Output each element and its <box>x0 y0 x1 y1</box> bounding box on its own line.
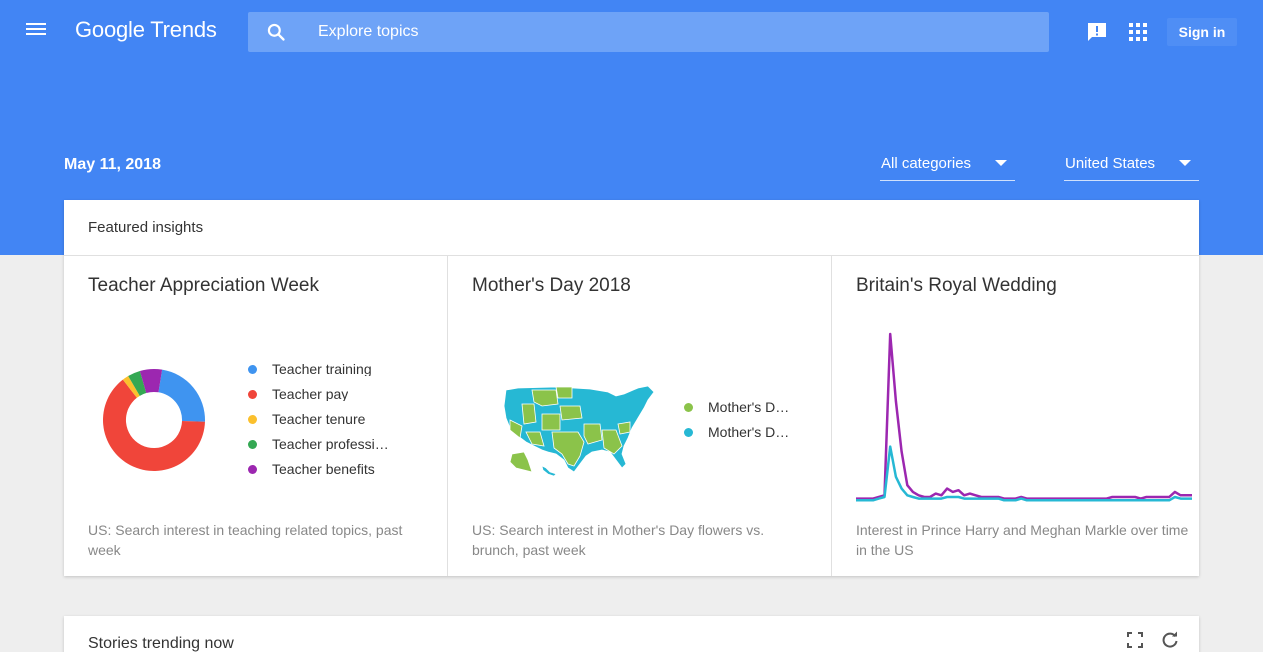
insight-title: Teacher Appreciation Week <box>88 275 319 296</box>
legend-item: Teacher benefits <box>248 462 438 487</box>
insight-teacher-appreciation[interactable]: Teacher Appreciation Week Teacher traini… <box>64 256 448 576</box>
geo-select[interactable]: United States <box>1064 152 1199 181</box>
stories-title: Stories trending now <box>88 635 234 652</box>
legend-dot <box>248 415 257 424</box>
category-select[interactable]: All categories <box>880 152 1015 181</box>
legend-dot <box>248 390 257 399</box>
featured-insights-title: Featured insights <box>88 219 204 236</box>
legend-dot <box>248 365 257 374</box>
donut-chart <box>103 369 205 471</box>
search-input[interactable] <box>318 12 1018 52</box>
legend-dot <box>684 428 693 437</box>
sign-in-button[interactable]: Sign in <box>1167 18 1237 46</box>
legend-item: Mother's Day brunch <box>684 425 824 450</box>
insight-caption: Interest in Prince Harry and Meghan Mark… <box>856 522 1189 558</box>
donut-legend: Teacher training Teacher pay Teacher ten… <box>248 362 438 487</box>
feedback-icon[interactable] <box>1086 21 1108 43</box>
category-select-label: All categories <box>881 155 972 172</box>
line-chart <box>856 332 1192 502</box>
apps-icon[interactable] <box>1129 23 1147 41</box>
legend-dot <box>248 440 257 449</box>
caret-down-icon <box>1179 160 1191 166</box>
legend-item: Mother's Day flowers <box>684 400 824 425</box>
legend-item: Teacher pay <box>248 387 438 412</box>
legend-dot <box>248 465 257 474</box>
search-bar[interactable] <box>248 12 1049 52</box>
geo-select-label: United States <box>1065 155 1156 172</box>
insight-caption: US: Search interest in Mother's Day flow… <box>472 522 765 558</box>
donut-slice <box>158 369 205 422</box>
us-map <box>503 385 655 477</box>
insight-mothers-day[interactable]: Mother's Day 2018 Mother's Day flowers M… <box>448 256 832 576</box>
insight-title: Mother's Day 2018 <box>472 275 631 296</box>
legend-dot <box>684 403 693 412</box>
insight-caption: US: Search interest in teaching related … <box>88 522 403 558</box>
line-series <box>856 332 1192 500</box>
page-date: May 11, 2018 <box>64 156 161 173</box>
map-legend: Mother's Day flowers Mother's Day brunch <box>684 400 824 450</box>
legend-item: Teacher training <box>248 362 438 387</box>
legend-item: Teacher tenure <box>248 412 438 437</box>
insight-title: Britain's Royal Wedding <box>856 275 1057 296</box>
menu-icon[interactable] <box>24 20 48 42</box>
google-trends-logo[interactable]: Google Trends <box>75 17 217 43</box>
legend-item: Teacher professio… <box>248 437 438 462</box>
search-icon[interactable] <box>266 22 286 42</box>
stories-trending-card: Stories trending now <box>64 616 1199 652</box>
caret-down-icon <box>995 160 1007 166</box>
refresh-icon[interactable] <box>1161 631 1179 649</box>
insight-royal-wedding[interactable]: Britain's Royal Wedding Interest in Prin… <box>832 256 1199 576</box>
fullscreen-icon[interactable] <box>1127 632 1143 648</box>
featured-insights-card: Featured insights Teacher Appreciation W… <box>64 200 1199 576</box>
featured-insights-header: Featured insights <box>64 200 1199 256</box>
